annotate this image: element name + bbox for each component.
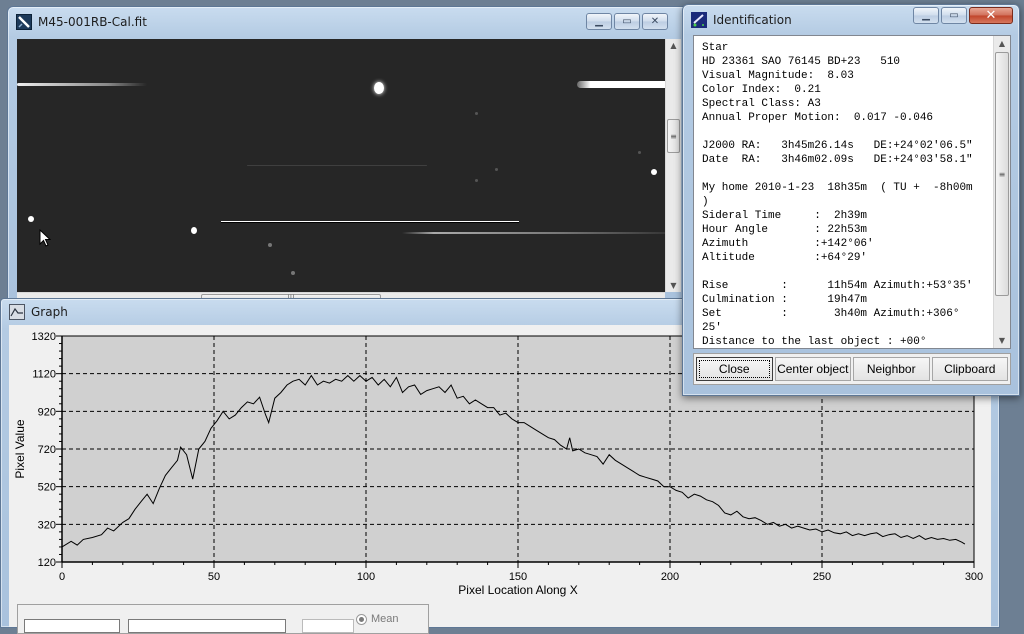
y-tick-label: 720 xyxy=(38,444,56,456)
star xyxy=(651,169,657,175)
x-tick-label: 200 xyxy=(661,571,679,583)
close-icon: ✕ xyxy=(985,8,997,23)
image-window-title: M45-001RB-Cal.fit xyxy=(38,15,147,29)
minimize-button[interactable]: ▁ xyxy=(586,13,612,30)
maximize-button[interactable]: ▭ xyxy=(941,7,967,24)
image-vertical-scrollbar[interactable]: ▲ ≡ ▼ xyxy=(665,39,681,292)
center-object-button[interactable]: Center object xyxy=(774,357,851,381)
info-line: Star xyxy=(702,42,729,54)
radio-button[interactable] xyxy=(356,613,367,625)
star-streak xyxy=(402,232,665,234)
x-tick-label: 150 xyxy=(509,571,527,583)
identification-title: Identification xyxy=(713,13,792,27)
graph-control-field[interactable] xyxy=(128,619,286,633)
info-line: Set : 3h40m Azimuth:+306° xyxy=(702,308,960,320)
mean-radio[interactable]: Mean xyxy=(356,613,399,625)
image-window-caption-buttons: ▁ ▭ ✕ xyxy=(586,13,668,30)
neighbor-button[interactable]: Neighbor xyxy=(853,357,930,381)
info-line: My home 2010-1-23 18h35m ( TU + -8h00m xyxy=(702,182,973,194)
identification-text-area[interactable]: Star HD 23361 SAO 76145 BD+23 510 Visual M… xyxy=(693,35,1011,349)
y-tick-label: 520 xyxy=(38,482,56,494)
clipboard-button[interactable]: Clipboard xyxy=(931,357,1008,381)
y-axis-title: Pixel Value xyxy=(13,419,27,478)
info-line: Color Index: 0.21 xyxy=(702,84,821,96)
image-vertical-scroll-thumb[interactable]: ≡ xyxy=(667,119,680,153)
image-canvas[interactable] xyxy=(17,39,665,292)
star xyxy=(374,82,384,94)
star-streak xyxy=(577,81,665,88)
graph-controls-panel: Mean xyxy=(17,604,429,634)
info-line: Azimuth :+142°06' xyxy=(702,238,874,250)
identification-window: Identification ▁ ▭ ✕ Star HD 23361 SAO 76… xyxy=(682,4,1020,396)
scroll-up-icon[interactable]: ▲ xyxy=(994,39,1010,48)
x-tick-label: 50 xyxy=(208,571,220,583)
x-tick-label: 250 xyxy=(813,571,831,583)
star-streak xyxy=(17,83,147,86)
mouse-cursor-icon xyxy=(39,229,51,247)
fits-image-icon xyxy=(16,14,32,30)
info-line: J2000 RA: 3h45m26.14s DE:+24°02'06.5" xyxy=(702,140,973,152)
info-line: Visual Magnitude: 8.03 xyxy=(702,70,854,82)
info-line xyxy=(702,167,992,181)
star xyxy=(475,112,478,115)
info-line xyxy=(702,265,992,279)
identification-scrollbar[interactable]: ▲ ≡ ▼ xyxy=(993,36,1010,348)
info-line: Altitude :+64°29' xyxy=(702,252,868,264)
graph-control-select[interactable] xyxy=(24,619,120,633)
y-tick-label: 120 xyxy=(38,557,56,569)
close-button[interactable]: ✕ xyxy=(969,7,1013,24)
close-button[interactable]: ✕ xyxy=(642,13,668,30)
y-tick-label: 1120 xyxy=(32,369,56,381)
info-line: Hour Angle : 22h53m xyxy=(702,224,868,236)
minimize-icon: ▁ xyxy=(922,9,930,21)
identification-info-text: Star HD 23361 SAO 76145 BD+23 510 Visual M… xyxy=(702,41,992,348)
telescope-icon xyxy=(691,12,707,28)
x-tick-label: 300 xyxy=(965,571,983,583)
info-line: Distance to the last object : +00° xyxy=(702,336,927,348)
restore-button[interactable]: ▭ xyxy=(614,13,640,30)
restore-icon: ▭ xyxy=(622,15,632,27)
star xyxy=(291,271,295,275)
scroll-down-icon[interactable]: ▼ xyxy=(666,281,681,290)
star xyxy=(191,227,197,234)
star xyxy=(28,216,34,222)
maximize-icon: ▭ xyxy=(949,9,959,21)
info-line: HD 23361 SAO 76145 BD+23 510 xyxy=(702,56,901,68)
identification-scroll-thumb[interactable]: ≡ xyxy=(995,52,1009,296)
star xyxy=(495,168,498,171)
scroll-down-icon[interactable]: ▼ xyxy=(994,336,1010,345)
star-streak xyxy=(247,165,427,166)
x-tick-label: 0 xyxy=(59,571,65,583)
identification-caption-buttons: ▁ ▭ ✕ xyxy=(913,7,1013,24)
graph-icon xyxy=(9,304,25,320)
y-tick-label: 1320 xyxy=(32,331,56,343)
info-line: Culmination : 19h47m xyxy=(702,294,868,306)
info-line: Spectral Class: A3 xyxy=(702,98,821,110)
y-tick-label: 920 xyxy=(38,406,56,418)
scroll-up-icon[interactable]: ▲ xyxy=(666,41,681,50)
info-line: Sideral Time : 2h39m xyxy=(702,210,868,222)
close-icon: ✕ xyxy=(650,15,660,27)
graph-window-title: Graph xyxy=(31,305,68,319)
x-tick-label: 100 xyxy=(357,571,375,583)
image-window: M45-001RB-Cal.fit ▁ ▭ ✕ ▲ ≡ ▼ ||| xyxy=(7,6,697,304)
graph-control-value[interactable] xyxy=(302,619,354,633)
identification-button-bar: Close Center object Neighbor Clipboard xyxy=(693,353,1011,385)
star xyxy=(638,151,641,154)
mean-label: Mean xyxy=(371,613,399,625)
info-line: Rise : 11h54m Azimuth:+53°35' xyxy=(702,280,973,292)
minimize-button[interactable]: ▁ xyxy=(913,7,939,24)
x-axis-title: Pixel Location Along X xyxy=(458,583,577,597)
y-tick-label: 320 xyxy=(38,519,56,531)
star xyxy=(268,243,272,247)
measurement-line[interactable] xyxy=(221,221,519,223)
info-line: 25' xyxy=(702,322,722,334)
info-line xyxy=(702,125,992,139)
star xyxy=(475,179,478,182)
close-button[interactable]: Close xyxy=(696,357,773,381)
info-line: Annual Proper Motion: 0.017 -0.046 xyxy=(702,112,934,124)
info-line: Date RA: 3h46m02.09s DE:+24°03'58.1" xyxy=(702,154,973,166)
info-line: ) xyxy=(702,196,709,208)
minimize-icon: ▁ xyxy=(595,15,603,27)
